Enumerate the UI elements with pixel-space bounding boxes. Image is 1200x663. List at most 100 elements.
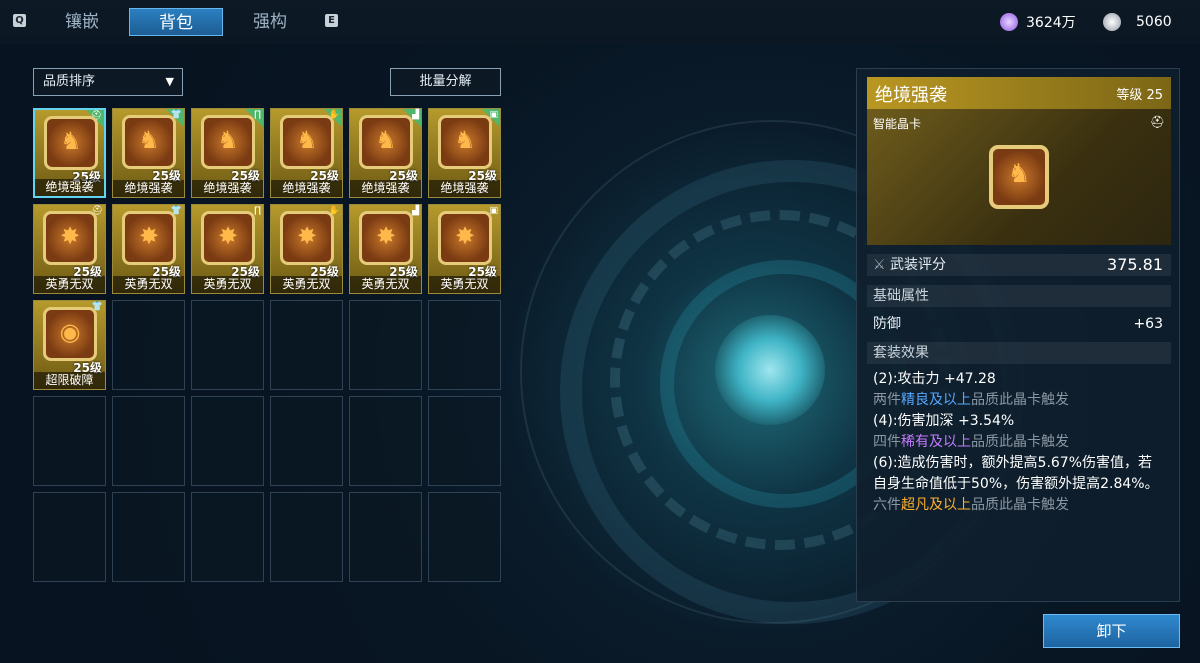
inventory-item[interactable]: 👕 ♞ 25级 绝境强袭 [112, 108, 185, 198]
card-art: ♞ [438, 115, 492, 169]
inventory-item[interactable]: ⛑ ♞ 25级 绝境强袭 [33, 108, 106, 198]
sort-dropdown[interactable]: 品质排序 ▼ [33, 68, 183, 96]
empty-slot[interactable] [270, 300, 343, 390]
inventory-item[interactable]: 👕 ✸ 25级 英勇无双 [112, 204, 185, 294]
req-pre: 四件 [873, 434, 901, 450]
card-art: ✸ [438, 211, 492, 265]
helmet-icon: ⛑ [1149, 115, 1165, 129]
empty-slot[interactable] [349, 300, 422, 390]
card-art: ♞ [359, 115, 413, 169]
score-label: ⚔ 武装评分 [873, 254, 946, 276]
card-art: ♞ [280, 115, 334, 169]
inventory-item[interactable]: 👕 ◉ 25级 超限破障 [33, 300, 106, 390]
empty-slot[interactable] [33, 396, 106, 486]
figure-icon: ♞ [375, 126, 397, 154]
set-effects: (2):攻击力 +47.28 两件精良及以上品质此晶卡触发 (4):伤害加深 +… [873, 369, 1165, 516]
tab-enhance[interactable]: 强构 [240, 8, 300, 36]
empty-slot[interactable] [112, 396, 185, 486]
stat-value: +63 [1133, 316, 1163, 332]
figure-icon: ♞ [296, 126, 318, 154]
item-name: 绝境强袭 [192, 180, 263, 197]
empty-slot[interactable] [191, 396, 264, 486]
inventory-item[interactable]: ▟ ✸ 25级 英勇无双 [349, 204, 422, 294]
item-name: 绝境强袭 [35, 179, 104, 196]
detail-image-area: 智能晶卡 ⛑ ♞ [867, 109, 1171, 245]
score-label-text: 武装评分 [890, 257, 947, 273]
item-name: 英勇无双 [192, 276, 263, 293]
top-bar: Q 镶嵌 背包 强构 E 3624万 5060 [0, 0, 1200, 44]
inventory-item[interactable]: ∏ ♞ 25级 绝境强袭 [191, 108, 264, 198]
set-req-4: 四件稀有及以上品质此晶卡触发 [873, 432, 1165, 453]
star-icon: ✸ [59, 222, 81, 250]
inventory-item[interactable]: ✋ ✸ 25级 英勇无双 [270, 204, 343, 294]
figure-icon: ♞ [1007, 159, 1031, 189]
item-name: 绝境强袭 [271, 180, 342, 197]
empty-slot[interactable] [191, 492, 264, 582]
boot-icon: ▟ [412, 110, 419, 120]
empty-slot[interactable] [112, 492, 185, 582]
batch-dismantle-button[interactable]: 批量分解 [390, 68, 501, 96]
star-icon: ✸ [454, 222, 476, 250]
sort-dropdown-label: 品质排序 [43, 74, 96, 89]
item-name: 英勇无双 [350, 276, 421, 293]
tab-backpack[interactable]: 背包 [129, 8, 223, 36]
card-art: ✸ [43, 211, 97, 265]
empty-slot[interactable] [428, 396, 501, 486]
currency-coin-value: 5060 [1136, 14, 1172, 30]
item-name: 绝境强袭 [429, 180, 500, 197]
inventory-item[interactable]: ✋ ♞ 25级 绝境强袭 [270, 108, 343, 198]
figure-icon: ♞ [60, 127, 82, 155]
item-name: 英勇无双 [429, 276, 500, 293]
empty-slot[interactable] [428, 492, 501, 582]
card-art: ✸ [359, 211, 413, 265]
empty-slot[interactable] [270, 396, 343, 486]
empty-slot[interactable] [112, 300, 185, 390]
pants-icon: ∏ [254, 110, 261, 120]
set-bonus-4: (4):伤害加深 +3.54% [873, 413, 1015, 429]
req-post: 品质此晶卡触发 [971, 434, 1069, 450]
card-art: ♞ [44, 116, 98, 170]
item-name: 绝境强袭 [350, 180, 421, 197]
empty-slot[interactable] [428, 300, 501, 390]
star-icon: ✸ [217, 222, 239, 250]
coin-icon [1103, 13, 1121, 31]
currency-premium-value: 3624万 [1026, 15, 1076, 31]
set-section-header: 套装效果 [867, 342, 1171, 364]
req-pre: 六件 [873, 497, 901, 513]
figure-icon: ♞ [138, 126, 160, 154]
inventory-item[interactable]: ∏ ✸ 25级 英勇无双 [191, 204, 264, 294]
set-bonus-2: (2):攻击力 +47.28 [873, 371, 996, 387]
card-art: ♞ [122, 115, 176, 169]
stat-row: 防御 +63 [867, 313, 1171, 335]
star-icon: ✸ [138, 222, 160, 250]
plus-orb-icon [1000, 13, 1018, 31]
item-name: 超限破障 [34, 372, 105, 389]
set-bonus-6: (6):造成伤害时，额外提高5.67%伤害值，若自身生命值低于50%，伤害额外提… [873, 455, 1159, 492]
empty-slot[interactable] [349, 492, 422, 582]
orb-icon: ◉ [59, 318, 81, 346]
empty-slot[interactable] [270, 492, 343, 582]
figure-icon: ♞ [454, 126, 476, 154]
card-art: ◉ [43, 307, 97, 361]
set-req-6: 六件超凡及以上品质此晶卡触发 [873, 495, 1165, 516]
detail-title: 绝境强袭 [875, 85, 947, 106]
req-pre: 两件 [873, 392, 901, 408]
inventory-item[interactable]: ▟ ♞ 25级 绝境强袭 [349, 108, 422, 198]
stat-name: 防御 [873, 316, 901, 332]
inventory-item[interactable]: ▣ ♞ 25级 绝境强袭 [428, 108, 501, 198]
empty-slot[interactable] [191, 300, 264, 390]
req-post: 品质此晶卡触发 [971, 497, 1069, 513]
key-hint-q: Q [13, 14, 26, 27]
pants-icon: ∏ [254, 206, 261, 216]
unequip-button[interactable]: 卸下 [1043, 614, 1180, 648]
boot-icon: ▟ [412, 206, 419, 216]
tab-inlay[interactable]: 镶嵌 [52, 8, 112, 36]
empty-slot[interactable] [33, 492, 106, 582]
inventory-item[interactable]: ▣ ✸ 25级 英勇无双 [428, 204, 501, 294]
card-art: ✸ [280, 211, 334, 265]
figure-icon: ♞ [217, 126, 239, 154]
empty-slot[interactable] [349, 396, 422, 486]
quality-rare: 稀有及以上 [901, 434, 971, 450]
inventory-item[interactable]: ⛑ ✸ 25级 英勇无双 [33, 204, 106, 294]
item-name: 英勇无双 [271, 276, 342, 293]
